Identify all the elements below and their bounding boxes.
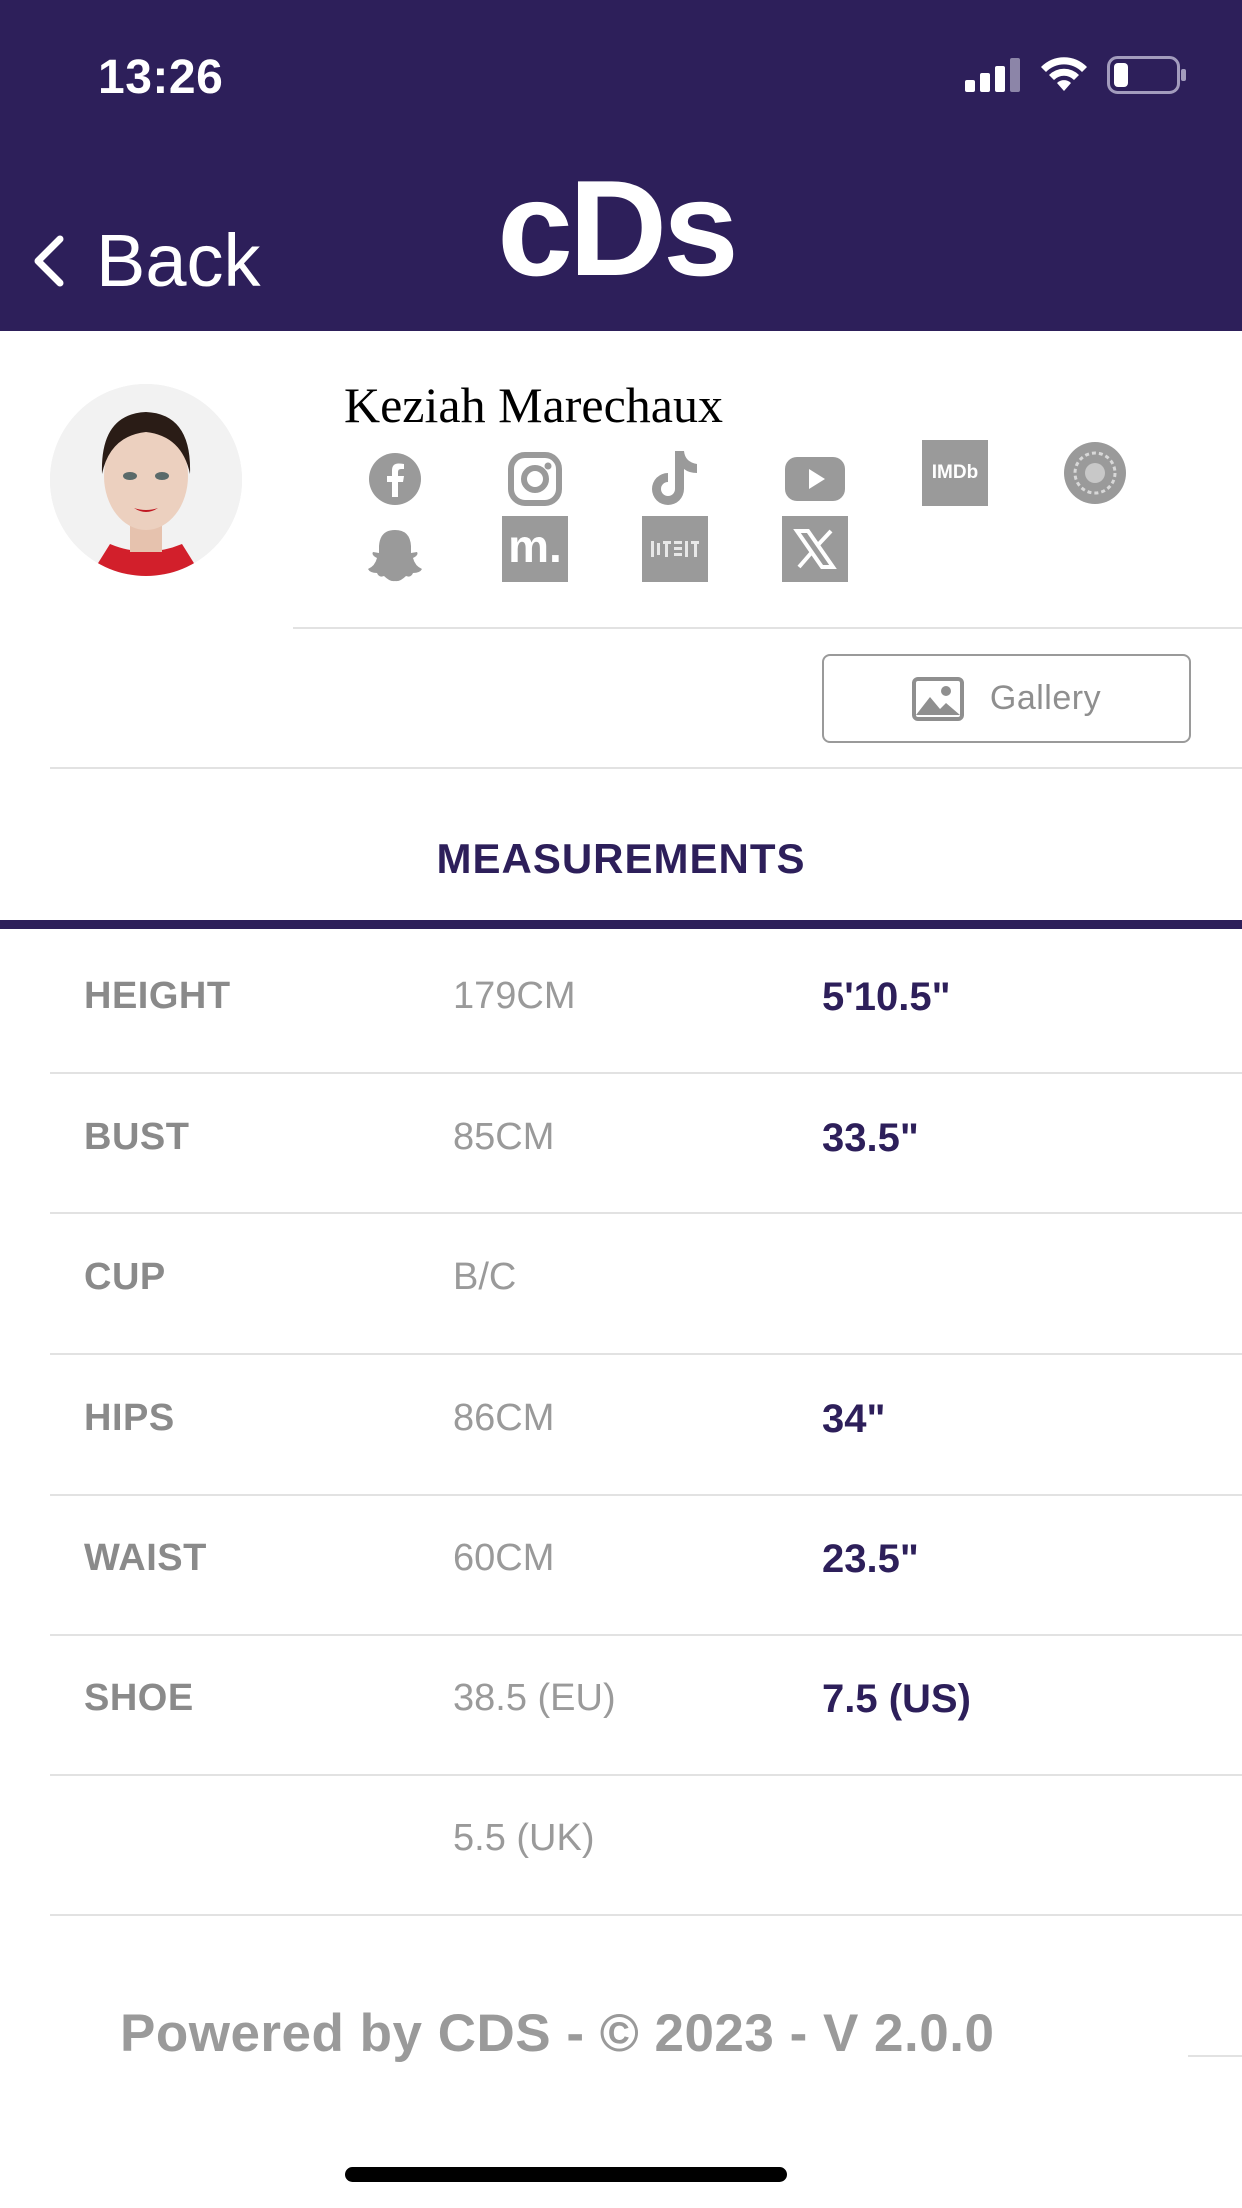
measurement-imperial: 5'10.5" — [822, 975, 951, 1019]
measurement-metric: 38.5 (EU) — [453, 1677, 616, 1719]
snapchat-icon[interactable] — [362, 522, 428, 588]
models-com-icon[interactable] — [1062, 440, 1128, 506]
measurement-metric: 85CM — [453, 1116, 555, 1158]
measurement-label: HEIGHT — [84, 975, 231, 1017]
image-icon — [911, 676, 964, 721]
home-indicator[interactable] — [345, 2167, 787, 2182]
battery-icon — [1107, 56, 1186, 94]
gallery-label: Gallery — [989, 679, 1102, 717]
measurement-row-bust: BUST 85CM 33.5" — [0, 1070, 1242, 1210]
tiktok-icon[interactable] — [642, 446, 708, 512]
measurement-label: WAIST — [84, 1537, 207, 1579]
avatar-portrait — [50, 384, 242, 576]
x-twitter-icon[interactable] — [782, 516, 848, 582]
profile-name: Keziah Marechaux — [344, 377, 723, 433]
xiaohongshu-icon[interactable] — [642, 516, 708, 582]
row-divider — [50, 1914, 1242, 1916]
mubi-icon[interactable]: m. — [502, 516, 568, 582]
measurement-metric: 86CM — [453, 1397, 555, 1439]
gallery-divider — [50, 767, 1242, 769]
measurement-metric: 5.5 (UK) — [453, 1817, 595, 1859]
avatar — [50, 384, 242, 576]
instagram-icon[interactable] — [502, 446, 568, 512]
wifi-icon — [1041, 57, 1087, 91]
facebook-icon[interactable] — [362, 446, 428, 512]
measurement-metric: 179CM — [453, 975, 576, 1017]
imdb-icon[interactable]: IMDb — [922, 440, 988, 506]
profile-divider — [293, 627, 1242, 629]
app-header: 13:26 Back cDs — [0, 0, 1242, 331]
measurement-row-shoe-uk: 5.5 (UK) — [0, 1771, 1242, 1911]
measurement-label: BUST — [84, 1116, 190, 1158]
measurement-row-height: HEIGHT 179CM 5'10.5" — [0, 929, 1242, 1069]
measurement-row-shoe: SHOE 38.5 (EU) 7.5 (US) — [0, 1631, 1242, 1771]
measurement-imperial: 34" — [822, 1397, 886, 1441]
measurement-row-hips: HIPS 86CM 34" — [0, 1351, 1242, 1491]
measurements-tab-indicator — [0, 920, 1242, 929]
signal-icon — [965, 58, 1020, 92]
gallery-button[interactable]: Gallery — [822, 654, 1191, 743]
measurement-row-cup: CUP B/C — [0, 1210, 1242, 1350]
status-time: 13:26 — [98, 51, 224, 104]
measurement-metric: B/C — [453, 1256, 517, 1298]
measurement-metric: 60CM — [453, 1537, 555, 1579]
measurement-row-waist: WAIST 60CM 23.5" — [0, 1491, 1242, 1631]
imdb-text: IMDb — [931, 462, 979, 483]
footer-edge-line — [1188, 2055, 1242, 2057]
app-logo: cDs — [497, 152, 739, 304]
measurement-label: CUP — [84, 1256, 166, 1298]
measurement-label: HIPS — [84, 1397, 175, 1439]
measurements-tab[interactable]: MEASUREMENTS — [0, 835, 1242, 883]
youtube-icon[interactable] — [782, 446, 848, 512]
mubi-text: m. — [508, 520, 562, 572]
measurement-imperial: 33.5" — [822, 1116, 919, 1160]
measurement-imperial: 7.5 (US) — [822, 1677, 971, 1721]
measurement-imperial: 23.5" — [822, 1537, 919, 1581]
measurement-label: SHOE — [84, 1677, 194, 1719]
footer-text: Powered by CDS - © 2023 - V 2.0.0 — [120, 2004, 995, 2063]
status-icons — [965, 56, 1187, 94]
